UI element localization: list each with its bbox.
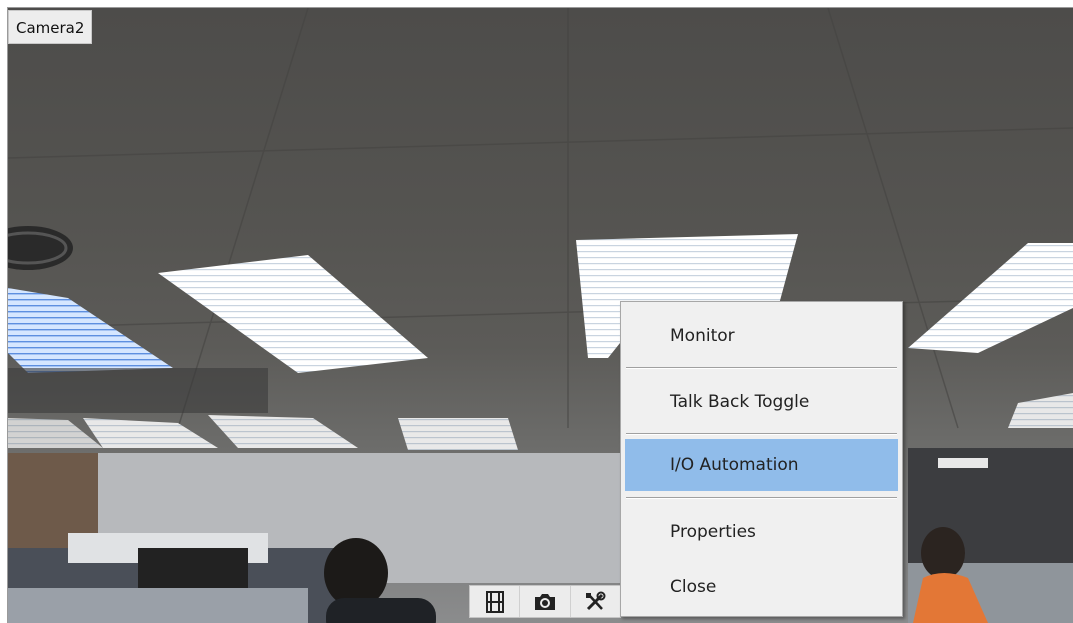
menu-item-talk-back-toggle[interactable]: Talk Back Toggle bbox=[625, 376, 898, 428]
film-icon bbox=[485, 590, 505, 613]
menu-separator bbox=[626, 497, 897, 499]
menu-separator bbox=[626, 367, 897, 369]
snapshot-button[interactable] bbox=[520, 586, 571, 617]
menu-item-io-automation[interactable]: I/O Automation bbox=[625, 439, 898, 491]
menu-item-properties[interactable]: Properties bbox=[625, 506, 898, 558]
settings-button[interactable] bbox=[571, 586, 620, 617]
tools-icon bbox=[584, 591, 606, 613]
menu-item-close[interactable]: Close bbox=[625, 561, 898, 613]
camera-title-label: Camera2 bbox=[8, 10, 93, 44]
record-button[interactable] bbox=[470, 586, 521, 617]
camera-toolbar bbox=[469, 585, 621, 618]
video-feed-image bbox=[8, 8, 1073, 623]
camera-video-view[interactable] bbox=[8, 8, 1073, 623]
camera-icon bbox=[533, 592, 557, 612]
menu-separator bbox=[626, 433, 897, 435]
context-menu: Monitor Talk Back Toggle I/O Automation … bbox=[620, 301, 903, 617]
menu-item-monitor[interactable]: Monitor bbox=[625, 310, 898, 362]
